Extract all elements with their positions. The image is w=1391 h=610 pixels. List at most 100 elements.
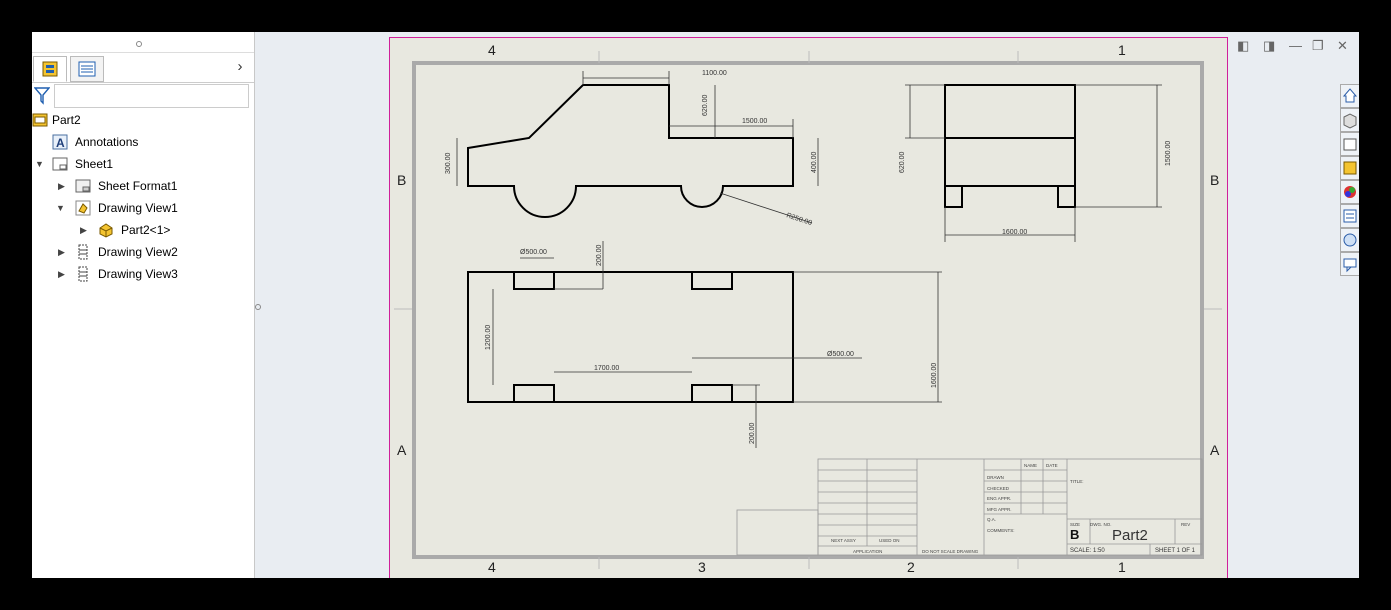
- tree-label: Sheet1: [75, 157, 114, 171]
- expand-arrow-icon[interactable]: ▶: [58, 242, 70, 262]
- expand-arrow-icon[interactable]: ▶: [58, 176, 70, 196]
- zone-bottom-3: 3: [698, 559, 706, 575]
- drawing-doc-icon: [32, 113, 48, 127]
- feature-manager-icon: [42, 61, 58, 77]
- tb-part-name: Part2: [1112, 527, 1148, 544]
- tile-right-icon[interactable]: ◨: [1263, 38, 1275, 54]
- tb-size: B: [1070, 527, 1079, 542]
- tb-name: NAME: [1024, 463, 1037, 468]
- tb-used-on: USED ON: [879, 538, 900, 543]
- tree-label: Annotations: [75, 135, 139, 149]
- restore-icon[interactable]: ❐: [1312, 38, 1324, 54]
- tb-title: TITLE:: [1070, 479, 1084, 484]
- dim-1200[interactable]: 1200.00: [485, 325, 492, 350]
- dim-1600[interactable]: 1600.00: [1002, 229, 1027, 236]
- dim-200a[interactable]: 200.00: [596, 244, 603, 266]
- dim-300[interactable]: 300.00: [445, 152, 452, 174]
- tree-label: Drawing View3: [98, 267, 178, 281]
- tree-item-drawing-view1[interactable]: ▼ Drawing View1: [32, 198, 252, 218]
- zone-right-b: B: [1210, 172, 1220, 188]
- dim-phi500b[interactable]: Ø500.00: [827, 351, 854, 358]
- tree-item-drawing-view2[interactable]: ▶ Drawing View2: [32, 242, 252, 262]
- window-controls: ◧ ◨ — ❐ ✕: [1232, 38, 1352, 58]
- tb-dwg-no-label: DWG. NO.: [1090, 522, 1112, 527]
- tree-label: Part2<1>: [121, 223, 171, 237]
- dim-r250[interactable]: R250.00: [785, 212, 812, 227]
- tree-label: Drawing View2: [98, 245, 178, 259]
- expand-arrow-icon[interactable]: ▶: [80, 220, 92, 240]
- dim-1100[interactable]: 1100.00: [702, 70, 727, 77]
- expand-arrow-icon[interactable]: ▶: [58, 264, 70, 284]
- task-pane-home-icon[interactable]: [1340, 84, 1359, 108]
- dim-1700[interactable]: 1700.00: [594, 365, 619, 372]
- tb-comments: COMMENTS:: [987, 528, 1015, 533]
- panel-tabs: ›: [32, 54, 254, 83]
- drawing-view1-front[interactable]: [467, 84, 794, 218]
- drawing-view-icon: [75, 200, 91, 216]
- collapse-arrow-icon[interactable]: ▼: [35, 154, 47, 174]
- dim-1600b[interactable]: 1600.00: [931, 363, 938, 388]
- sheet-icon: [52, 157, 68, 171]
- zone-bottom-2: 2: [907, 559, 915, 575]
- tb-mfg-appr: MFG APPR.: [987, 507, 1012, 512]
- tb-next-assy: NEXT ASSY: [831, 538, 856, 543]
- filter-icon[interactable]: [34, 87, 50, 105]
- tree-item-annotations[interactable]: A Annotations: [32, 132, 252, 152]
- zone-top-4: 4: [488, 42, 496, 58]
- tile-left-icon[interactable]: ◧: [1237, 38, 1249, 54]
- drawing-view3-top[interactable]: [467, 271, 794, 403]
- dim-phi500a[interactable]: Ø500.00: [520, 249, 547, 256]
- zone-top-1: 1: [1118, 42, 1126, 58]
- task-pane-forum-icon[interactable]: [1340, 252, 1359, 276]
- drawing-view2-side[interactable]: [944, 84, 1076, 208]
- tree-item-sheet-format1[interactable]: ▶ Sheet Format1: [32, 176, 252, 196]
- task-pane-custom-properties-icon[interactable]: [1340, 228, 1359, 252]
- task-pane-3d-content-icon[interactable]: [1340, 108, 1359, 132]
- filter-row: [32, 84, 254, 108]
- drawing-view-icon: [78, 244, 88, 260]
- task-pane-view-palette-icon[interactable]: [1340, 204, 1359, 228]
- tb-rev-label: REV: [1181, 522, 1190, 527]
- property-manager-icon: [78, 61, 96, 77]
- drawing-sheet[interactable]: 1100.00 620.00 1500.00 300.00 400.00 R25…: [389, 37, 1228, 578]
- tab-property-manager[interactable]: [70, 56, 104, 82]
- panel-splitter[interactable]: [254, 292, 262, 322]
- dim-620b[interactable]: 620.00: [899, 151, 906, 173]
- zone-left-a: A: [397, 442, 407, 458]
- chevron-right-icon[interactable]: ›: [232, 58, 248, 76]
- tb-checked: CHECKED: [987, 486, 1010, 491]
- tb-sheet: SHEET 1 OF 1: [1155, 548, 1196, 554]
- zone-bottom-4: 4: [488, 559, 496, 575]
- task-pane-file-explorer-icon[interactable]: [1340, 156, 1359, 180]
- dim-1500[interactable]: 1500.00: [742, 118, 767, 125]
- sheet-format-icon: [75, 179, 91, 193]
- zone-left-b: B: [397, 172, 407, 188]
- close-icon[interactable]: ✕: [1337, 38, 1348, 54]
- dim-620[interactable]: 620.00: [702, 94, 709, 116]
- tb-date: DATE: [1046, 463, 1058, 468]
- tree-item-sheet1[interactable]: ▼ Sheet1: [32, 154, 252, 174]
- tree-item-part2[interactable]: Part2: [32, 110, 252, 130]
- minimize-icon[interactable]: —: [1289, 38, 1302, 53]
- task-pane: [1340, 84, 1359, 280]
- tree-label: Drawing View1: [98, 201, 178, 215]
- tree-item-part2-1[interactable]: ▶ Part2<1>: [32, 220, 252, 240]
- dim-1500b[interactable]: 1500.00: [1165, 141, 1172, 166]
- panel-grip[interactable]: [32, 32, 254, 53]
- task-pane-appearances-icon[interactable]: [1340, 180, 1359, 204]
- feature-manager-panel: › Part2 A Annotations ▼ Sheet1 ▶ Sheet F…: [32, 32, 255, 578]
- tab-feature-manager[interactable]: [33, 56, 67, 82]
- filter-input[interactable]: [54, 84, 249, 108]
- task-pane-design-library-icon[interactable]: [1340, 132, 1359, 156]
- tree-item-drawing-view3[interactable]: ▶ Drawing View3: [32, 264, 252, 284]
- zone-right-a: A: [1210, 442, 1220, 458]
- dim-200b[interactable]: 200.00: [749, 422, 756, 444]
- tb-eng-appr: ENG APPR.: [987, 496, 1011, 501]
- tb-drawn: DRAWN: [987, 475, 1004, 480]
- collapse-arrow-icon[interactable]: ▼: [56, 198, 68, 218]
- drawing-view-icon: [78, 266, 88, 282]
- tb-qa: Q.A.: [987, 517, 996, 522]
- dim-400[interactable]: 400.00: [811, 151, 818, 173]
- sheet-canvas: 1100.00 620.00 1500.00 300.00 400.00 R25…: [394, 51, 1222, 569]
- annotations-icon: A: [52, 134, 68, 150]
